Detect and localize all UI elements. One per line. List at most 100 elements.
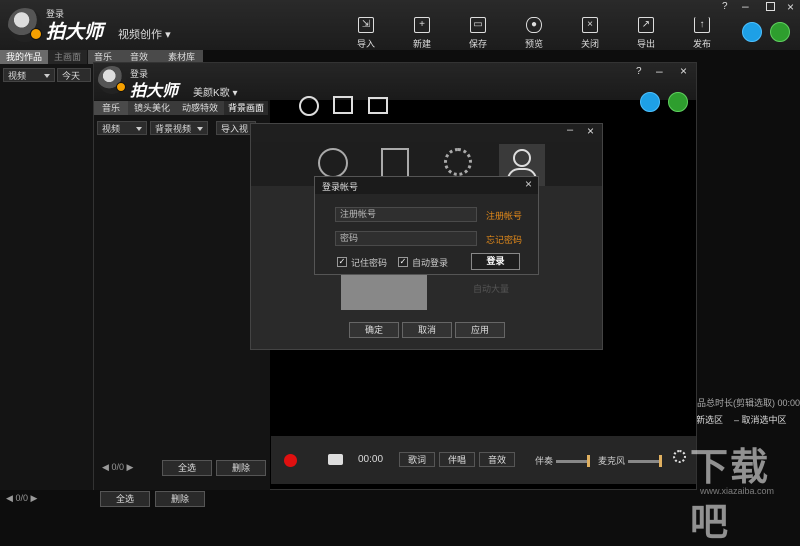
mic-slider[interactable]	[628, 460, 660, 463]
tab-main-screen[interactable]: 主画面	[48, 50, 88, 64]
main-help-button[interactable]: ?	[722, 1, 728, 12]
publish-button[interactable]: ↑ 发布	[680, 2, 724, 49]
forgot-password-link[interactable]: 忘记密码	[486, 233, 522, 246]
main-video-select-label: 视频	[8, 71, 27, 81]
next-page-icon[interactable]: ▶	[126, 462, 133, 472]
password-input[interactable]: 密码	[335, 231, 477, 246]
karaoke-title-bar	[94, 63, 696, 100]
record-icon[interactable]	[284, 454, 297, 467]
tab-motion-effects[interactable]: 动感特效	[176, 101, 225, 115]
karaoke-bg-select-label: 背景视频	[155, 124, 192, 134]
save-button[interactable]: ▭ 保存	[456, 2, 500, 49]
import-button[interactable]: ⇲ 导入	[344, 2, 388, 49]
settings-gear-icon[interactable]	[444, 148, 472, 176]
mic-label: 麦克风	[598, 456, 626, 466]
karaoke-mode-label: 美颜K歌	[193, 88, 230, 99]
publish-icon: ↑	[694, 17, 710, 33]
android-icon[interactable]	[668, 92, 688, 112]
publish-label: 发布	[692, 39, 711, 49]
main-minimize-button[interactable]: –	[742, 0, 749, 13]
karaoke-mode-select[interactable]: 美颜K歌 ▾	[193, 84, 237, 99]
film-reel-icon[interactable]	[318, 148, 348, 178]
screen-source-icon[interactable]	[368, 97, 388, 114]
cancel-selection-label: 取消选中区	[741, 415, 787, 425]
karaoke-close-button[interactable]: ×	[680, 64, 687, 78]
next-page-icon[interactable]: ▶	[30, 493, 37, 503]
karaoke-minimize-button[interactable]: –	[656, 64, 663, 78]
camera-snapshot-icon[interactable]	[328, 454, 343, 465]
karaoke-delete-button[interactable]: 删除	[216, 460, 266, 476]
export-button[interactable]: ↗ 导出	[624, 2, 668, 49]
tab-karaoke-music[interactable]: 音乐	[94, 101, 129, 115]
accompany-slider-handle[interactable]	[587, 455, 590, 467]
tab-background[interactable]: 背景画面	[224, 101, 269, 115]
new-selection-button[interactable]: 新选区	[696, 413, 723, 426]
user-icon	[513, 149, 531, 167]
new-label: 新建	[412, 39, 431, 49]
settings-dialog-title-bar	[251, 124, 602, 142]
sound-effect-button[interactable]: 音效	[479, 452, 515, 467]
karaoke-help-button[interactable]: ?	[636, 66, 642, 77]
gear-icon[interactable]	[673, 450, 686, 463]
main-video-select[interactable]: 视频	[3, 68, 55, 82]
login-button[interactable]: 登录	[471, 253, 520, 270]
preview-label: 预览	[524, 39, 543, 49]
image-source-icon[interactable]	[333, 96, 353, 114]
main-mode-label: 视频创作	[118, 29, 162, 41]
settings-confirm-button[interactable]: 确定	[349, 322, 399, 338]
prev-page-icon[interactable]: ◀	[102, 462, 109, 472]
settings-apply-button[interactable]: 应用	[455, 322, 505, 338]
main-select-all-button[interactable]: 全选	[100, 491, 150, 507]
camera-source-icon[interactable]	[299, 96, 319, 116]
karaoke-video-select[interactable]: 视频	[97, 121, 147, 135]
cancel-selection-button[interactable]: – 取消选中区	[734, 413, 787, 426]
logo-badge-icon	[30, 28, 42, 40]
chevron-down-icon: ▾	[232, 88, 238, 99]
storage-icon[interactable]	[381, 148, 409, 178]
settings-close-button[interactable]: ×	[587, 124, 594, 138]
chevron-down-icon	[197, 127, 203, 131]
account-input[interactable]: 注册帐号	[335, 207, 477, 222]
apple-icon[interactable]	[742, 22, 762, 42]
main-mode-select[interactable]: 视频创作 ▾	[118, 26, 171, 42]
import-label: 导入	[356, 39, 375, 49]
main-maximize-button[interactable]	[766, 2, 775, 11]
settings-minimize-button[interactable]: –	[567, 124, 573, 136]
preview-button[interactable]: ● 预览	[512, 2, 556, 49]
remember-password-checkbox[interactable]: ✓	[337, 257, 347, 267]
main-close-button[interactable]: ×	[787, 0, 794, 14]
new-icon: +	[414, 17, 430, 33]
main-page-counter: 0/0	[15, 493, 28, 503]
accompany-slider[interactable]	[556, 460, 588, 463]
chevron-down-icon	[44, 74, 50, 78]
register-link[interactable]: 注册帐号	[486, 209, 522, 222]
chevron-down-icon: ▾	[165, 29, 171, 41]
main-today-select[interactable]: 今天	[57, 68, 91, 82]
close-file-icon: ×	[582, 17, 598, 33]
login-close-button[interactable]: ×	[525, 177, 532, 191]
main-left-panel	[0, 50, 93, 490]
karaoke-select-all-button[interactable]: 全选	[162, 460, 212, 476]
android-icon[interactable]	[770, 22, 790, 42]
login-dialog-title: 登录帐号	[322, 182, 359, 192]
main-today-label: 今天	[62, 71, 81, 81]
new-button[interactable]: + 新建	[400, 2, 444, 49]
main-delete-button[interactable]: 删除	[155, 491, 205, 507]
close-file-button[interactable]: × 关闭	[568, 2, 612, 49]
chorus-button[interactable]: 伴唱	[439, 452, 475, 467]
main-left-tabs: 我的作品 主画面	[0, 50, 88, 64]
prev-page-icon[interactable]: ◀	[6, 493, 13, 503]
karaoke-bg-select[interactable]: 背景视频	[150, 121, 208, 135]
mic-slider-handle[interactable]	[659, 455, 662, 467]
tab-lens-beauty[interactable]: 镜头美化	[128, 101, 177, 115]
main-pager: ◀ 0/0 ▶	[6, 493, 37, 504]
settings-cancel-button[interactable]: 取消	[402, 322, 452, 338]
lyrics-button[interactable]: 歌词	[399, 452, 435, 467]
preview-icon: ●	[526, 17, 542, 33]
export-icon: ↗	[638, 17, 654, 33]
tab-my-works[interactable]: 我的作品	[0, 50, 49, 64]
karaoke-brand-title: 拍大师	[130, 81, 179, 100]
save-icon: ▭	[470, 17, 486, 33]
auto-login-checkbox[interactable]: ✓	[398, 257, 408, 267]
apple-icon[interactable]	[640, 92, 660, 112]
